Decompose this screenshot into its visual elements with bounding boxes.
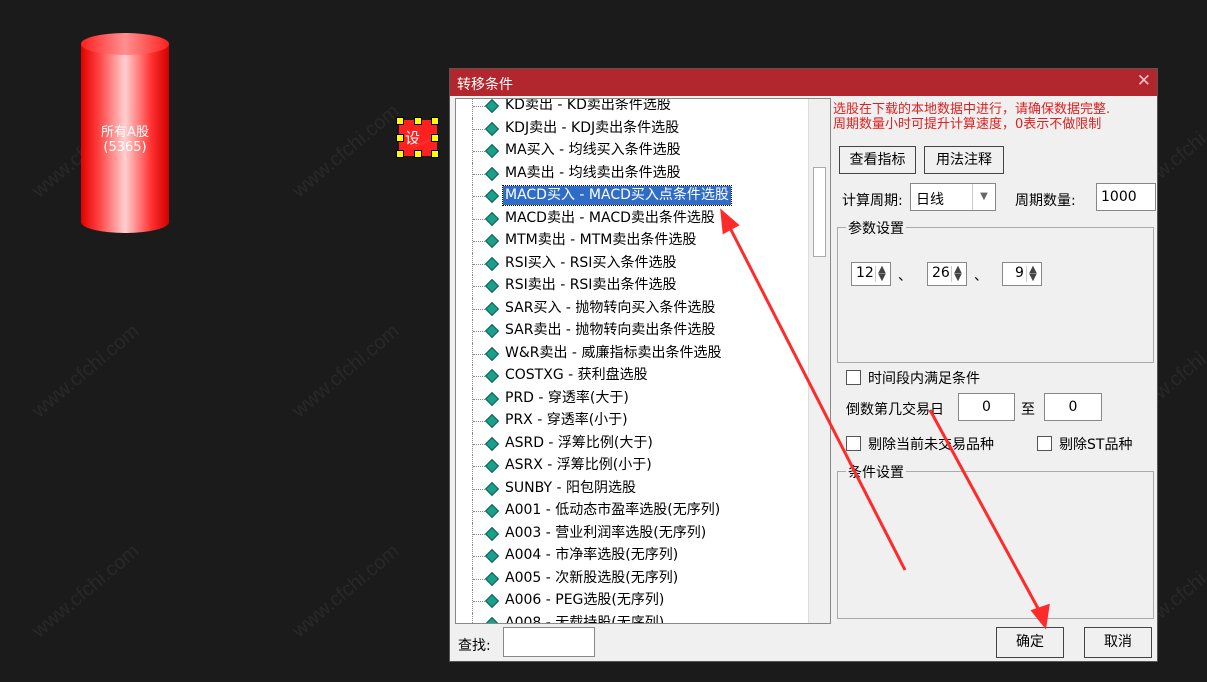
arrow-line xyxy=(409,138,431,150)
arrow-head xyxy=(1030,603,1050,630)
arrow-line xyxy=(725,221,907,571)
arrow-line xyxy=(928,409,1042,613)
annotation-arrows xyxy=(409,138,1050,630)
arrow-head xyxy=(720,208,740,235)
